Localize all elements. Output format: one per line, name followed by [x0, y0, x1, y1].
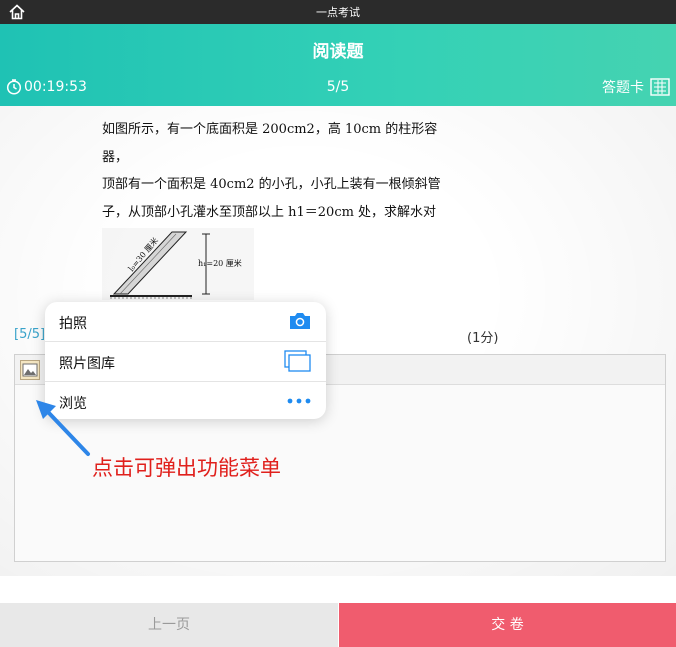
question-figure: l₀=30 厘米 h₁=20 厘米: [102, 228, 254, 300]
question-line: 子，从顶部小孔灌水至顶部以上 h1＝20cm 处，求解水对: [102, 204, 437, 220]
prev-page-button[interactable]: 上一页: [0, 603, 338, 647]
camera-icon: [290, 313, 310, 329]
menu-item-photo-library[interactable]: 照片图库: [45, 342, 326, 381]
app-title: 一点考试: [316, 6, 360, 19]
menu-item-label: 照片图库: [59, 356, 115, 372]
answer-card-button[interactable]: 答题卡: [602, 77, 670, 97]
menu-item-take-photo[interactable]: 拍照: [45, 302, 326, 341]
answer-card-label: 答题卡: [602, 80, 644, 96]
question-number: [5/5]: [14, 327, 46, 342]
menu-item-label: 拍照: [59, 316, 87, 332]
insert-image-button[interactable]: [20, 360, 40, 380]
figure-height-label: h₁=20 厘米: [198, 258, 242, 268]
callout-arrow: [36, 400, 90, 456]
question-progress: 5/5: [326, 79, 350, 95]
submit-exam-button[interactable]: 交 卷: [339, 603, 676, 647]
question-line: 顶部有一个面积是 40cm2 的小孔，小孔上装有一根倾斜管: [102, 177, 441, 192]
photo-library-icon: [284, 350, 311, 372]
page-title: 阅读题: [312, 42, 364, 62]
question-line: 如图所示，有一个底面积是 200cm2，高 10cm 的柱形容器，: [102, 122, 438, 165]
callout-text: 点击可弹出功能菜单: [92, 456, 281, 480]
status-bar: 一点考试: [0, 0, 676, 24]
more-dots-icon: [287, 398, 311, 404]
page-header: 阅读题 00:19:53 5/5 答题卡: [0, 24, 676, 106]
image-icon: [22, 363, 38, 377]
question-score: (1分): [467, 331, 499, 346]
answer-card-icon: [650, 78, 670, 96]
